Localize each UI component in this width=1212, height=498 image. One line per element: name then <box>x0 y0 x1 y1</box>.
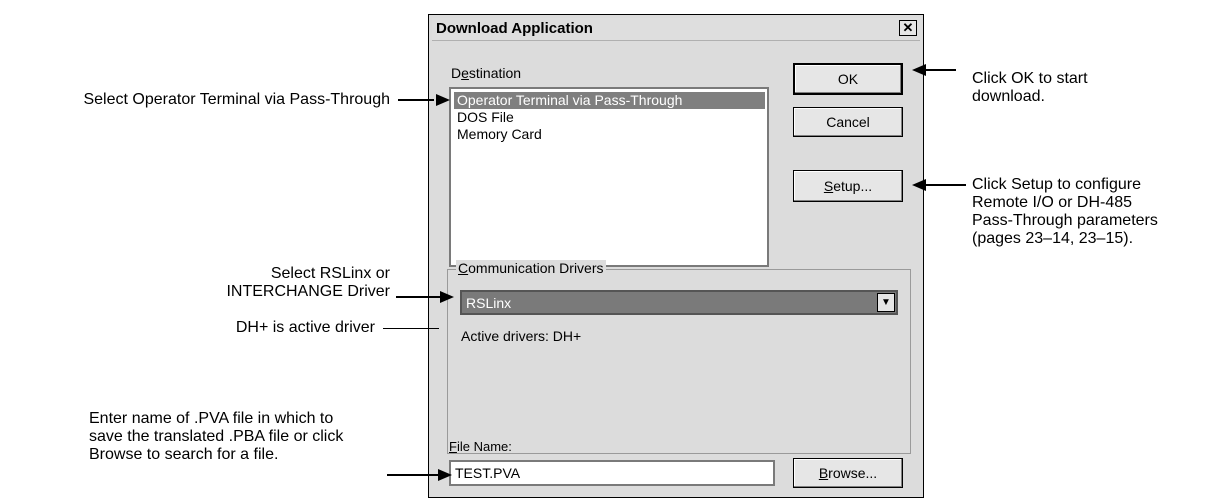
annotation-dh-active: DH+ is active driver <box>235 319 375 336</box>
ok-button[interactable]: OK <box>793 63 903 95</box>
driver-selected-value: RSLinx <box>466 295 512 311</box>
destination-item-dos-file[interactable]: DOS File <box>454 109 514 126</box>
close-icon[interactable]: ✕ <box>899 20 917 36</box>
dialog-title: Download Application <box>436 20 593 37</box>
annotation-select-driver: Select RSLinx or INTERCHANGE Driver <box>226 265 390 300</box>
download-application-dialog: Download Application ✕ Destination Opera… <box>428 14 924 498</box>
annotation-select-operator: Select Operator Terminal via Pass-Throug… <box>83 91 390 108</box>
destination-label: Destination <box>451 65 522 81</box>
arrow-line-select-driver <box>396 296 440 298</box>
file-name-input[interactable]: TEST.PVA <box>449 460 775 486</box>
chevron-down-icon[interactable]: ▼ <box>877 293 895 312</box>
annotation-click-ok: Click OK to start download. <box>972 70 1088 105</box>
arrow-icon <box>440 291 454 303</box>
browse-button[interactable]: Browse... <box>793 458 903 488</box>
destination-item-memory-card[interactable]: Memory Card <box>454 126 542 143</box>
arrow-icon <box>438 469 452 481</box>
annotation-enter-name: Enter name of .PVA file in which to save… <box>89 410 344 463</box>
cancel-button[interactable]: Cancel <box>793 107 903 137</box>
communication-drivers-label: Communication Drivers <box>456 260 606 276</box>
arrow-line-enter-name <box>387 474 438 476</box>
arrow-line-click-ok <box>924 69 956 71</box>
annotation-click-setup: Click Setup to configure Remote I/O or D… <box>972 176 1158 247</box>
arrow-icon <box>436 94 450 106</box>
arrow-line-select-operator <box>398 99 434 101</box>
file-name-label: File Name: <box>449 439 512 454</box>
pointer-line-dh-active <box>383 328 439 329</box>
destination-listbox[interactable]: Operator Terminal via Pass-Through DOS F… <box>449 87 769 267</box>
title-bar: Download Application ✕ <box>432 18 920 41</box>
communication-drivers-group: Communication Drivers RSLinx ▼ Active dr… <box>447 260 911 454</box>
destination-item-operator-terminal[interactable]: Operator Terminal via Pass-Through <box>454 92 765 109</box>
active-drivers-text: Active drivers: DH+ <box>461 328 582 344</box>
driver-combobox[interactable]: RSLinx ▼ <box>460 290 898 315</box>
setup-button[interactable]: Setup... <box>793 170 903 202</box>
arrow-line-click-setup <box>924 184 966 186</box>
